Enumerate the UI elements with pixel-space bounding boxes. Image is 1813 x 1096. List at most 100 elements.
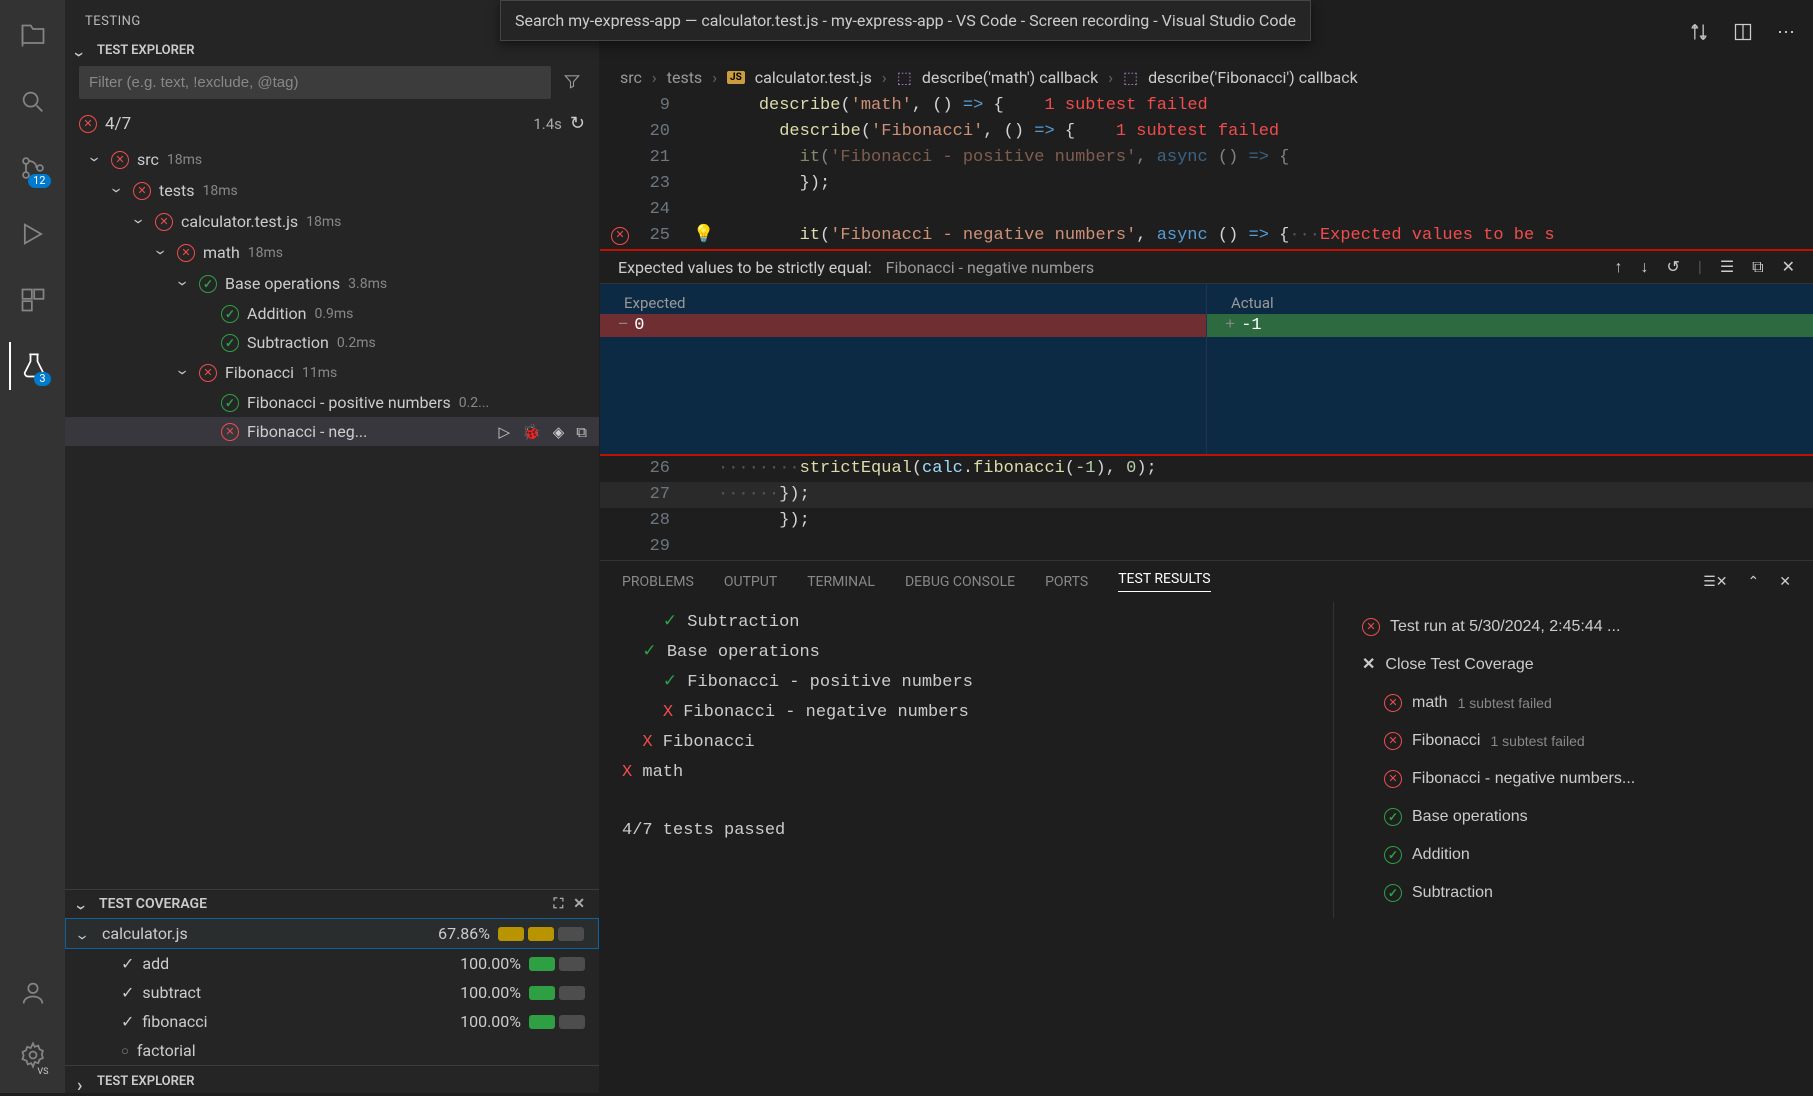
list-icon[interactable]: ☰ [1720, 257, 1734, 277]
result-tree-row[interactable]: Addition [1352, 836, 1795, 874]
test-explorer-header[interactable]: TEST EXPLORER [65, 39, 599, 62]
result-tree-row[interactable]: Base operations [1352, 798, 1795, 836]
duration: 3.8ms [348, 276, 387, 292]
pass-icon [221, 334, 239, 352]
result-tree-row[interactable]: Test run at 5/30/2024, 2:45:44 ... [1352, 608, 1795, 646]
panel-tab-test-results[interactable]: TEST RESULTS [1118, 571, 1210, 592]
coverage-fn-row[interactable]: ○factorial [65, 1036, 599, 1065]
twist-icon[interactable] [175, 273, 191, 294]
duration: 18ms [306, 214, 341, 230]
test-label: Addition [247, 304, 306, 323]
close-diff-icon[interactable]: ✕ [1782, 257, 1795, 277]
fail-icon [199, 364, 217, 382]
testing-icon[interactable]: 3 [9, 342, 57, 390]
pass-icon [199, 275, 217, 293]
goto-icon[interactable]: ⧉ [576, 423, 587, 441]
test-tree-row[interactable]: Fibonacci - positive numbers0.2... [65, 388, 599, 417]
result-tree-row[interactable]: ✕Close Test Coverage [1352, 646, 1795, 684]
compare-changes-icon[interactable] [1689, 22, 1709, 46]
extensions-icon[interactable] [9, 276, 57, 324]
panel-tab-terminal[interactable]: TERMINAL [807, 574, 875, 590]
debug-icon[interactable]: 🐞 [522, 423, 541, 441]
test-tree-row[interactable]: Subtraction0.2ms [65, 328, 599, 357]
panel-tab-output[interactable]: OUTPUT [724, 574, 777, 590]
source-control-icon[interactable]: 12 [9, 144, 57, 192]
twist-icon[interactable] [153, 242, 169, 263]
test-results-tree[interactable]: Test run at 5/30/2024, 2:45:44 ...✕Close… [1333, 602, 1813, 918]
filter-icon[interactable] [559, 68, 585, 98]
refresh-icon[interactable]: ↻ [570, 113, 585, 134]
explorer-icon[interactable] [9, 12, 57, 60]
test-label: calculator.test.js [181, 212, 298, 231]
fail-icon [155, 213, 173, 231]
code-editor[interactable]: 9 describe('math', () => { 1 subtest fai… [600, 93, 1813, 249]
account-icon[interactable] [9, 969, 57, 1017]
test-tree-row[interactable]: Fibonacci11ms [65, 357, 599, 388]
line-number: 29 [640, 534, 690, 560]
pass-icon [221, 305, 239, 323]
test-label: Fibonacci [225, 363, 294, 382]
history-icon[interactable]: ↺ [1667, 257, 1680, 277]
diff-panel: Expected values to be strictly equal: Fi… [600, 249, 1813, 456]
testing-sidebar: TESTING TEST EXPLORER 4/7 1.4s ↻ src18ms… [65, 0, 600, 1093]
panel-tabs: PROBLEMS OUTPUT TERMINAL DEBUG CONSOLE PORTS… [600, 561, 1813, 602]
result-tree-row[interactable]: Subtraction [1352, 874, 1795, 912]
duration: 18ms [167, 152, 202, 168]
test-tree-row[interactable]: src18ms [65, 144, 599, 175]
results-summary: 4/7 tests passed [622, 816, 1311, 846]
coverage-fn-row[interactable]: ✓add100.00% [65, 949, 599, 978]
result-tree-row[interactable]: Fibonacci1 subtest failed [1352, 722, 1795, 760]
twist-icon[interactable] [109, 180, 125, 201]
fail-icon [177, 244, 195, 262]
breadcrumb[interactable]: src› tests› JS calculator.test.js› ⬚desc… [600, 60, 1813, 93]
prev-icon[interactable]: ↑ [1615, 257, 1623, 277]
test-tree-row[interactable]: calculator.test.js 18ms [65, 206, 599, 237]
coverage-map-icon[interactable]: ⛶ [553, 896, 563, 912]
line-number: 21 [640, 145, 690, 171]
coverage-fn-row[interactable]: ✓fibonacci100.00% [65, 1007, 599, 1036]
code-editor[interactable]: 26········strictEqual(calc.fibonacci(-1)… [600, 456, 1813, 560]
run-cov-icon[interactable]: ◈ [553, 423, 565, 441]
result-tree-row[interactable]: Fibonacci - negative numbers... [1352, 760, 1795, 798]
coverage-close-icon[interactable]: ✕ [573, 896, 585, 912]
close-panel-icon[interactable]: ✕ [1779, 574, 1791, 590]
duration: 18ms [202, 183, 237, 199]
coverage-fn-row[interactable]: ✓subtract100.00% [65, 978, 599, 1007]
summary-time: 1.4s [533, 115, 562, 133]
test-tree-row[interactable]: math18ms [65, 237, 599, 268]
line-number: 28 [640, 508, 690, 534]
twist-icon[interactable] [131, 211, 147, 232]
lightbulb-icon[interactable]: 💡 [690, 223, 718, 249]
line-number: 26 [640, 456, 690, 482]
panel-tab-debug-console[interactable]: DEBUG CONSOLE [905, 574, 1015, 590]
collapse-icon[interactable]: ⌃ [1748, 574, 1760, 590]
result-tree-row[interactable]: math1 subtest failed [1352, 684, 1795, 722]
error-gutter-icon[interactable] [611, 227, 629, 245]
run-icon[interactable]: ▷ [499, 423, 511, 441]
twist-icon[interactable] [175, 362, 191, 383]
run-debug-icon[interactable] [9, 210, 57, 258]
test-tree-row[interactable]: Base operations3.8ms [65, 268, 599, 299]
coverage-file-row[interactable]: calculator.js67.86% [65, 918, 599, 949]
test-tree-row[interactable]: Addition0.9ms [65, 299, 599, 328]
filter-input[interactable] [79, 66, 551, 99]
copy-icon[interactable]: ⧉ [1752, 257, 1763, 277]
duration: 0.2ms [337, 335, 376, 351]
test-tree-row[interactable]: Fibonacci - neg... ▷ 🐞 ◈ ⧉ [65, 417, 599, 446]
twist-icon[interactable] [87, 149, 103, 170]
clear-icon[interactable]: ☰✕ [1703, 574, 1727, 590]
duration: 18ms [248, 245, 283, 261]
split-editor-icon[interactable] [1733, 22, 1753, 46]
search-icon[interactable] [9, 78, 57, 126]
test-label: Fibonacci - neg... [247, 422, 367, 441]
next-icon[interactable]: ↓ [1641, 257, 1649, 277]
panel-tab-ports[interactable]: PORTS [1045, 574, 1088, 590]
panel-tab-problems[interactable]: PROBLEMS [622, 574, 694, 590]
test-tree-row[interactable]: tests18ms [65, 175, 599, 206]
test-results-output[interactable]: ✓ Subtraction ✓ Base operations ✓ Fibona… [600, 602, 1333, 918]
test-explorer-bottom[interactable]: TEST EXPLORER [65, 1065, 599, 1093]
more-icon[interactable]: ⋯ [1777, 22, 1795, 46]
coverage-header[interactable]: TEST COVERAGE ⛶ ✕ [65, 890, 599, 918]
covered-icon: ✓ [121, 983, 134, 1002]
settings-icon[interactable]: VS [9, 1031, 57, 1079]
